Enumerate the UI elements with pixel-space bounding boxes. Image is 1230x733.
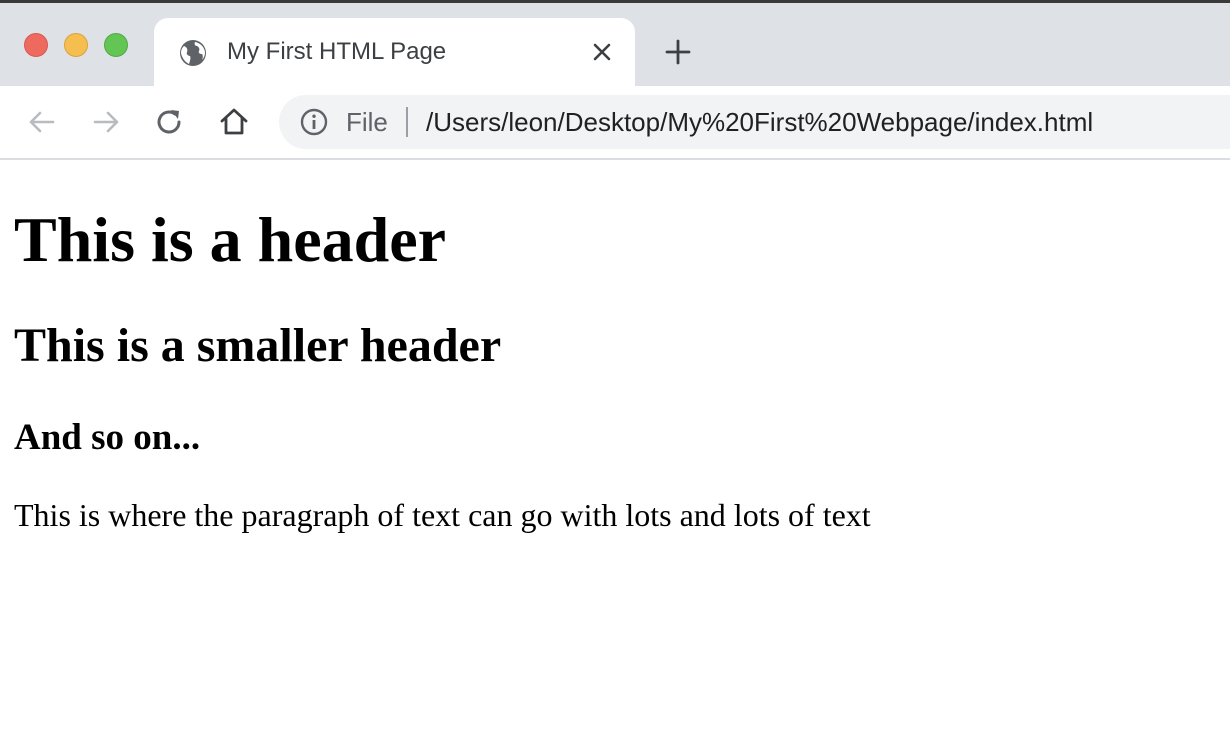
info-icon[interactable]	[299, 107, 329, 137]
window-close-button[interactable]	[24, 33, 48, 57]
address-divider	[406, 107, 408, 137]
tab-strip: My First HTML Page	[0, 0, 1230, 86]
globe-icon	[180, 40, 206, 66]
window-maximize-button[interactable]	[104, 33, 128, 57]
browser-window: My First HTML Page File /Users/leon/Desk…	[0, 0, 1230, 733]
window-top-edge	[0, 0, 1230, 3]
browser-toolbar: File /Users/leon/Desktop/My%20First%20We…	[0, 86, 1230, 160]
page-paragraph: This is where the paragraph of text can …	[14, 497, 871, 533]
plus-icon[interactable]	[664, 38, 692, 66]
arrow-right-icon[interactable]	[90, 106, 122, 138]
page-content: This is a header This is a smaller heade…	[0, 160, 1230, 733]
close-icon[interactable]	[590, 40, 614, 64]
page-heading-2: This is a smaller header	[14, 319, 502, 372]
window-minimize-button[interactable]	[64, 33, 88, 57]
reload-icon[interactable]	[154, 106, 186, 138]
url-text[interactable]: /Users/leon/Desktop/My%20First%20Webpage…	[426, 107, 1093, 137]
tab-my-first-html-page[interactable]: My First HTML Page	[154, 18, 635, 86]
page-heading-3: And so on...	[14, 417, 201, 458]
arrow-left-icon[interactable]	[26, 106, 58, 138]
address-bar[interactable]: File /Users/leon/Desktop/My%20First%20We…	[279, 95, 1230, 149]
tab-title: My First HTML Page	[227, 38, 447, 65]
page-heading-1: This is a header	[14, 204, 447, 275]
home-icon[interactable]	[218, 106, 250, 138]
scheme-label: File	[346, 107, 388, 137]
